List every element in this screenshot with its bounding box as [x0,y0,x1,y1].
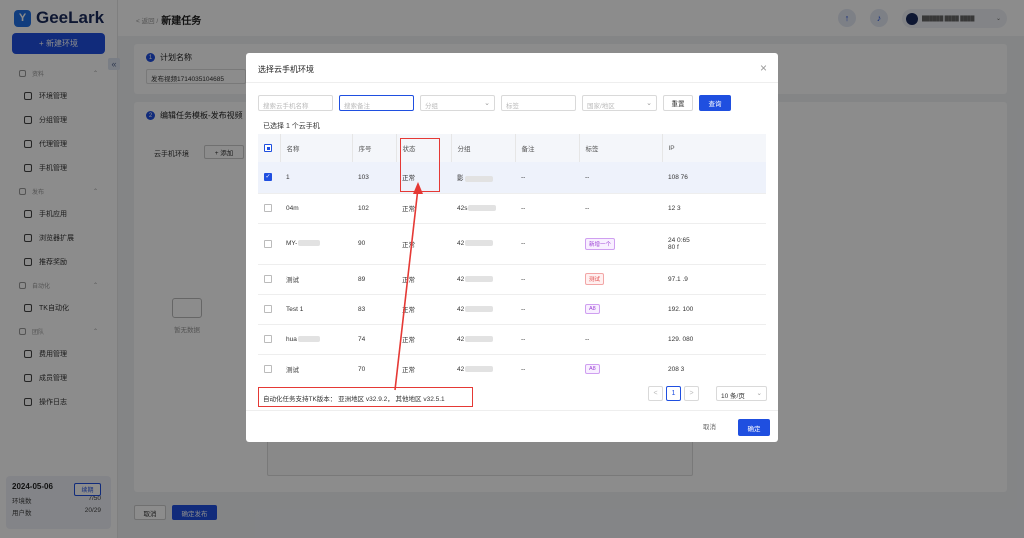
arrow-head [413,182,423,194]
annotation-arrow-icon [394,182,423,391]
arrow-line [394,187,419,391]
